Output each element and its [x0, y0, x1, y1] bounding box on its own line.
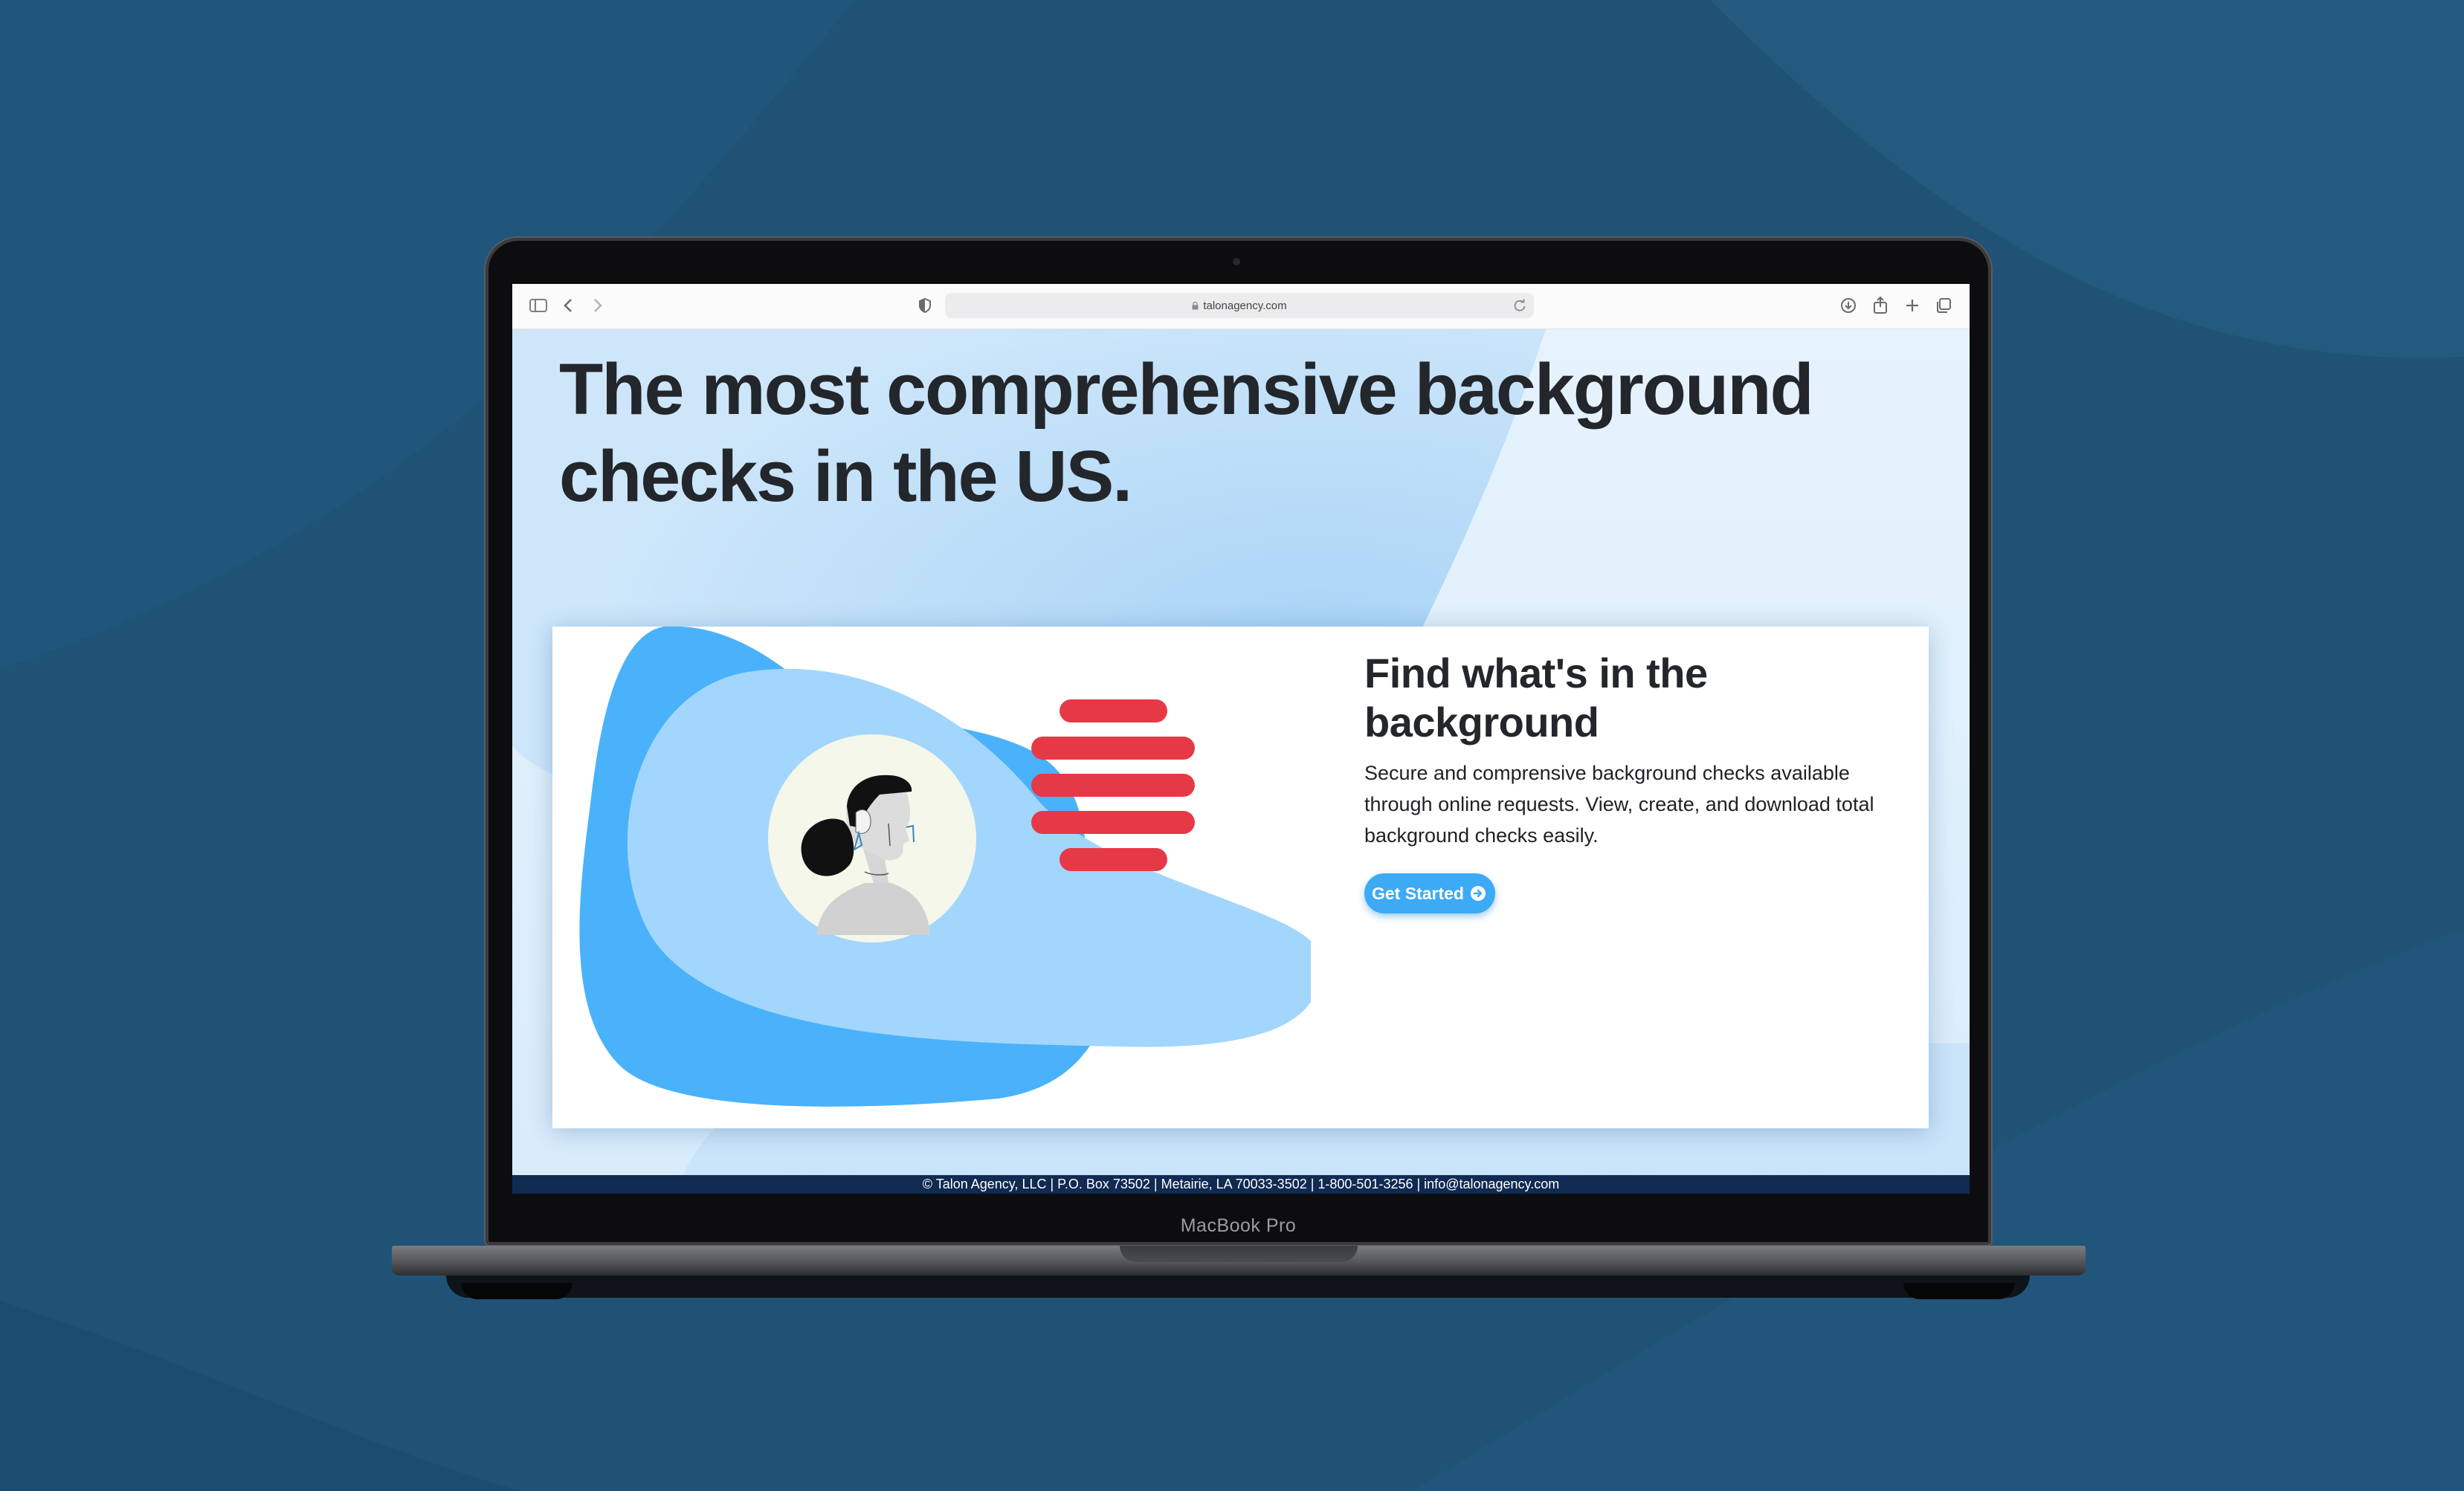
- address-bar[interactable]: talonagency.com: [945, 293, 1534, 318]
- hero-headline: The most comprehensive background checks…: [559, 349, 1814, 517]
- browser-toolbar: talonagency.com: [512, 284, 1970, 329]
- sidebar-icon[interactable]: [527, 294, 549, 317]
- feature-card-text: Find what's in the background Secure and…: [1364, 649, 1907, 913]
- macbook-label: MacBook Pro: [1180, 1215, 1297, 1236]
- laptop-hinge-notch: [1120, 1246, 1358, 1262]
- background-check-illustration: [579, 627, 1311, 1107]
- back-icon[interactable]: [557, 294, 579, 317]
- new-tab-icon[interactable]: [1901, 294, 1923, 317]
- arrow-circle-right-icon: [1470, 886, 1486, 901]
- get-started-label: Get Started: [1372, 883, 1464, 903]
- camera: [1233, 258, 1240, 265]
- privacy-shield-icon[interactable]: [914, 294, 936, 317]
- laptop-lid: talonagency.com The most comprehensive b…: [486, 238, 1991, 1245]
- share-icon[interactable]: [1869, 294, 1891, 317]
- laptop-screen: talonagency.com The most comprehensive b…: [512, 284, 1970, 1194]
- web-page: The most comprehensive background checks…: [512, 329, 1970, 1194]
- laptop-foot-left: [461, 1283, 573, 1299]
- laptop-foot-right: [1903, 1283, 2015, 1299]
- site-footer: © Talon Agency, LLC | P.O. Box 73502 | M…: [512, 1175, 1970, 1194]
- download-icon[interactable]: [1837, 294, 1860, 317]
- reload-icon[interactable]: [1512, 297, 1528, 314]
- tabs-overview-icon[interactable]: [1932, 294, 1955, 317]
- feature-description: Secure and comprensive background checks…: [1364, 762, 1874, 847]
- feature-card: Find what's in the background Secure and…: [552, 627, 1929, 1128]
- get-started-button[interactable]: Get Started: [1364, 873, 1495, 913]
- lock-icon: [1192, 301, 1199, 309]
- forward-icon[interactable]: [587, 294, 609, 317]
- laptop-base-shadow: [446, 1275, 2030, 1298]
- address-url: talonagency.com: [1203, 299, 1287, 312]
- feature-title: Find what's in the background: [1364, 650, 1708, 746]
